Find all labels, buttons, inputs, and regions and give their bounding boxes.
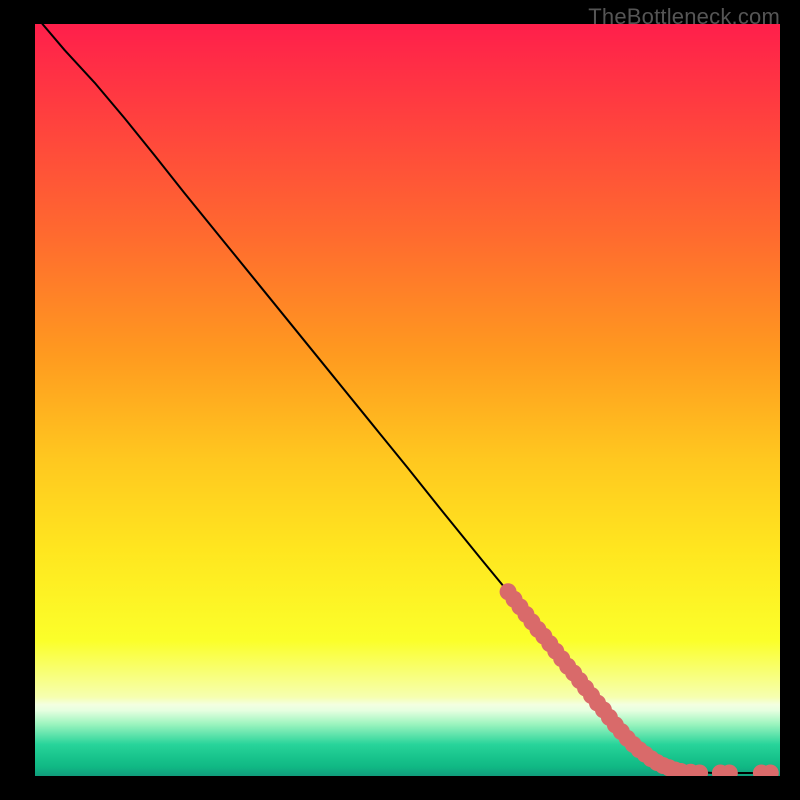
plot-area [35, 24, 780, 776]
figure-container: TheBottleneck.com [0, 0, 800, 800]
chart-curve-layer [35, 24, 780, 776]
bottleneck-curve [42, 24, 772, 773]
